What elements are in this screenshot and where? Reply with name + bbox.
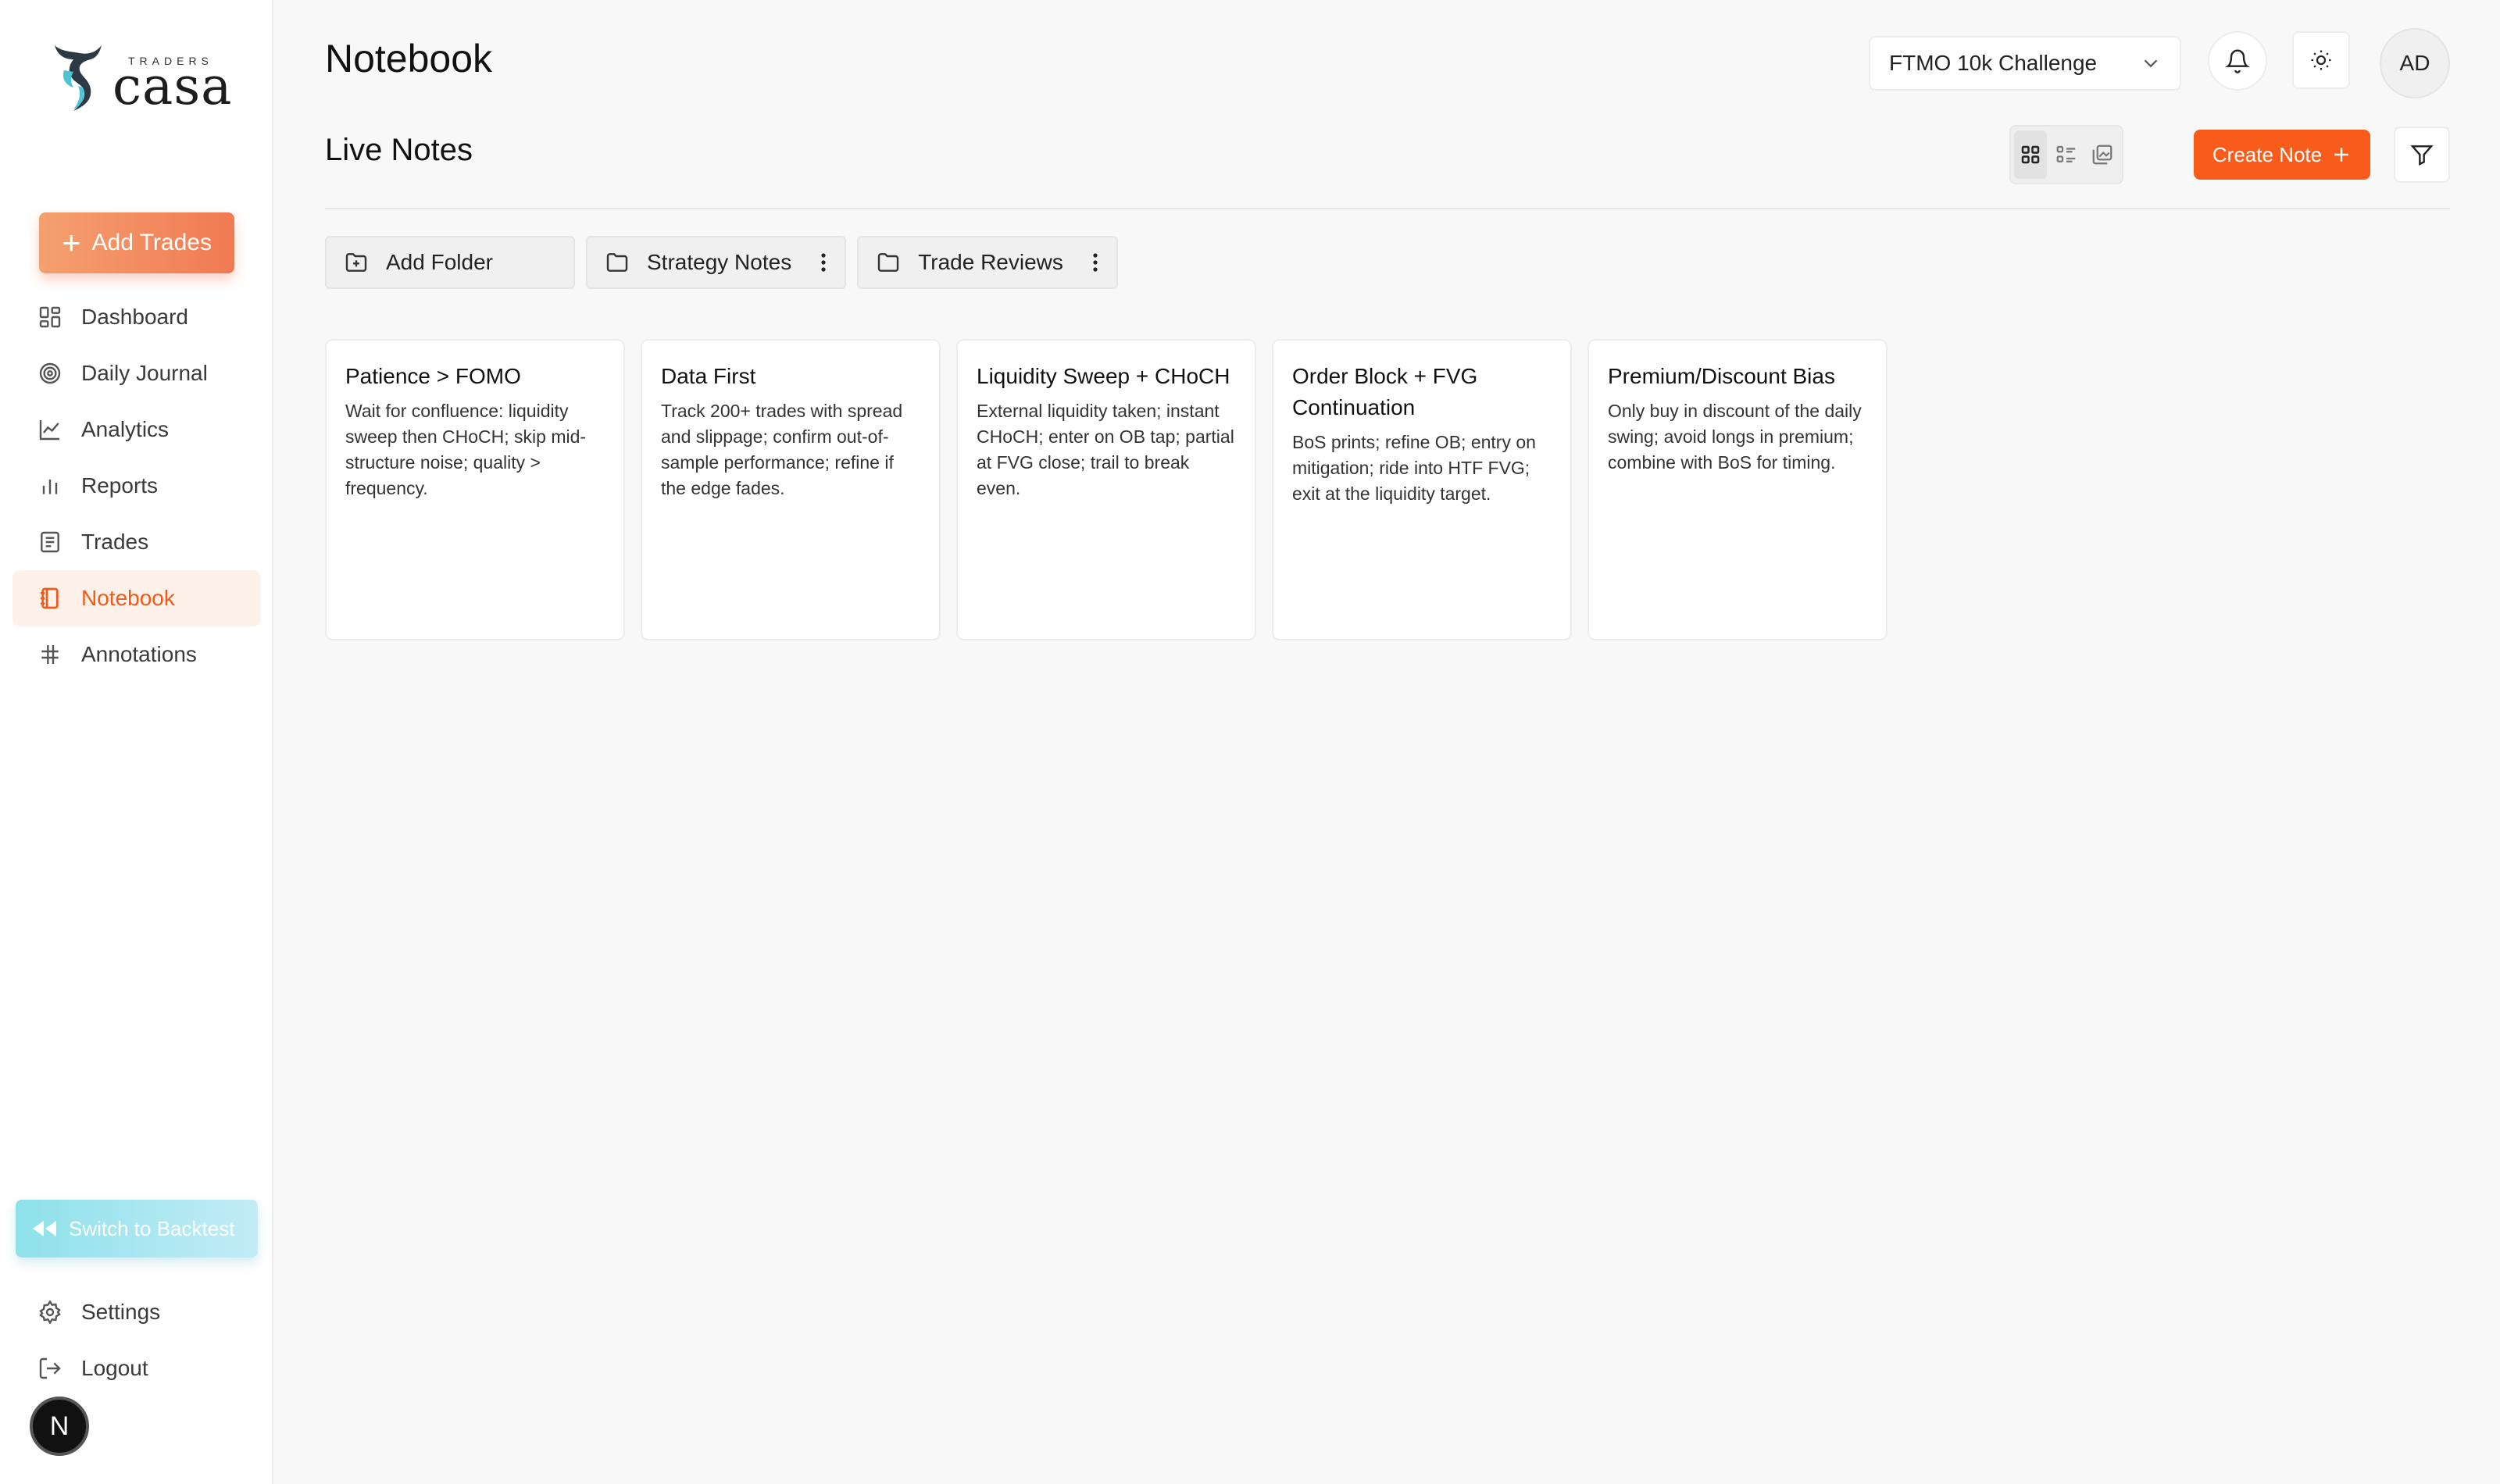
sidebar-bottom-nav: Settings Logout: [12, 1284, 261, 1397]
note-body: Track 200+ trades with spread and slippa…: [661, 401, 903, 498]
sidebar-item-reports[interactable]: Reports: [12, 458, 261, 514]
page-title: Notebook: [325, 37, 493, 80]
sidebar-item-label: Settings: [81, 1300, 161, 1324]
sun-icon: [2311, 50, 2331, 70]
note-title: Order Block + FVG Continuation: [1292, 364, 1478, 419]
sidebar-item-dashboard[interactable]: Dashboard: [12, 289, 261, 345]
note-title: Liquidity Sweep + CHoCH: [977, 364, 1230, 388]
create-note-button[interactable]: Create Note: [2194, 130, 2370, 180]
filter-button[interactable]: [2394, 127, 2450, 183]
account-select[interactable]: FTMO 10k Challenge: [1869, 36, 2181, 91]
folder-label: Trade Reviews: [918, 250, 1063, 274]
note-body: External liquidity taken; instant CHoCH;…: [977, 401, 1234, 498]
hash-icon: [41, 645, 59, 664]
section-title: Live Notes: [325, 133, 473, 167]
view-toggle: [2009, 125, 2123, 184]
switch-to-backtest-button[interactable]: Switch to Backtest: [16, 1200, 258, 1257]
more-vertical-icon[interactable]: [1091, 251, 1099, 274]
sidebar-item-label: Notebook: [81, 586, 175, 610]
line-chart-icon: [39, 420, 59, 441]
logo-wordmark: casa: [112, 56, 233, 116]
sidebar-item-label: Trades: [81, 530, 149, 554]
note-body: Wait for confluence: liquidity sweep the…: [345, 401, 587, 498]
plus-icon: [2334, 148, 2348, 162]
add-folder-button[interactable]: Add Folder: [325, 236, 575, 289]
sidebar-item-trades[interactable]: Trades: [12, 514, 261, 570]
folder-plus-icon: [345, 253, 367, 272]
sidebar-item-daily-journal[interactable]: Daily Journal: [12, 345, 261, 401]
notifications-button[interactable]: [2208, 31, 2267, 91]
note-title: Premium/Discount Bias: [1608, 364, 1835, 388]
note-title: Patience > FOMO: [345, 364, 521, 388]
grid-view-button[interactable]: [2014, 130, 2047, 179]
chevron-down-icon: [2144, 59, 2158, 68]
create-note-label: Create Note: [2212, 142, 2323, 166]
note-title: Data First: [661, 364, 756, 388]
sidebar-item-label: Logout: [81, 1356, 148, 1380]
sidebar: TRADERS casa + Add Trades Dashboard Dail…: [0, 0, 273, 1484]
account-select-value: FTMO 10k Challenge: [1889, 51, 2098, 75]
theme-toggle-button[interactable]: [2292, 31, 2350, 89]
note-card[interactable]: Premium/Discount Bias Only buy in discou…: [1588, 339, 1888, 640]
folder-list: Add Folder Strategy Notes Trade Reviews: [325, 236, 1118, 289]
bar-chart-icon: [42, 480, 58, 494]
sidebar-item-label: Reports: [81, 473, 159, 498]
sidebar-nav: Dashboard Daily Journal Analytics Report…: [12, 289, 261, 683]
folder-trade-reviews[interactable]: Trade Reviews: [857, 236, 1118, 289]
target-icon: [39, 362, 61, 384]
sidebar-item-label: Annotations: [81, 642, 197, 666]
list-view-button[interactable]: [2050, 130, 2083, 179]
grid-icon: [2021, 145, 2040, 164]
sidebar-item-label: Daily Journal: [81, 361, 208, 385]
gallery-view-button[interactable]: [2086, 130, 2119, 179]
add-trades-button[interactable]: + Add Trades: [39, 212, 234, 273]
add-trades-label: Add Trades: [91, 230, 212, 255]
sidebar-item-notebook[interactable]: Notebook: [12, 570, 261, 626]
notes-grid: Patience > FOMO Wait for confluence: liq…: [325, 339, 1888, 640]
bull-logo-icon: [55, 45, 102, 111]
folder-label: Add Folder: [386, 250, 493, 274]
n-badge[interactable]: N: [30, 1397, 89, 1456]
folder-icon: [878, 253, 899, 272]
notebook-icon: [41, 587, 59, 609]
plus-icon: +: [62, 224, 81, 261]
divider: [325, 208, 2450, 209]
sidebar-item-label: Dashboard: [81, 305, 188, 329]
filter-icon: [2410, 145, 2434, 166]
sidebar-item-annotations[interactable]: Annotations: [12, 626, 261, 683]
gallery-icon: [2092, 144, 2112, 165]
logout-icon: [39, 1357, 61, 1379]
sidebar-item-analytics[interactable]: Analytics: [12, 401, 261, 458]
bell-icon: [2225, 49, 2250, 73]
note-card[interactable]: Liquidity Sweep + CHoCH External liquidi…: [956, 339, 1256, 640]
list-view-icon: [2056, 145, 2076, 162]
note-card[interactable]: Data First Track 200+ trades with spread…: [641, 339, 941, 640]
sidebar-item-label: Analytics: [81, 417, 170, 441]
list-icon: [41, 531, 59, 553]
folder-icon: [606, 253, 628, 272]
user-avatar[interactable]: AD: [2380, 28, 2450, 98]
rewind-icon: [33, 1221, 56, 1236]
folder-strategy-notes[interactable]: Strategy Notes: [586, 236, 847, 289]
traders-casa-logo[interactable]: TRADERS casa: [50, 36, 233, 116]
gear-icon: [39, 1300, 61, 1325]
note-card[interactable]: Order Block + FVG Continuation BoS print…: [1272, 339, 1572, 640]
more-vertical-icon[interactable]: [820, 251, 827, 274]
sidebar-item-settings[interactable]: Settings: [12, 1284, 261, 1340]
note-body: Only buy in discount of the daily swing;…: [1608, 401, 1862, 473]
note-body: BoS prints; refine OB; entry on mitigati…: [1292, 432, 1536, 504]
sidebar-item-logout[interactable]: Logout: [12, 1340, 261, 1397]
folder-label: Strategy Notes: [647, 250, 792, 274]
dashboard-icon: [39, 306, 61, 328]
switch-to-backtest-label: Switch to Backtest: [69, 1216, 235, 1240]
note-card[interactable]: Patience > FOMO Wait for confluence: liq…: [325, 339, 625, 640]
